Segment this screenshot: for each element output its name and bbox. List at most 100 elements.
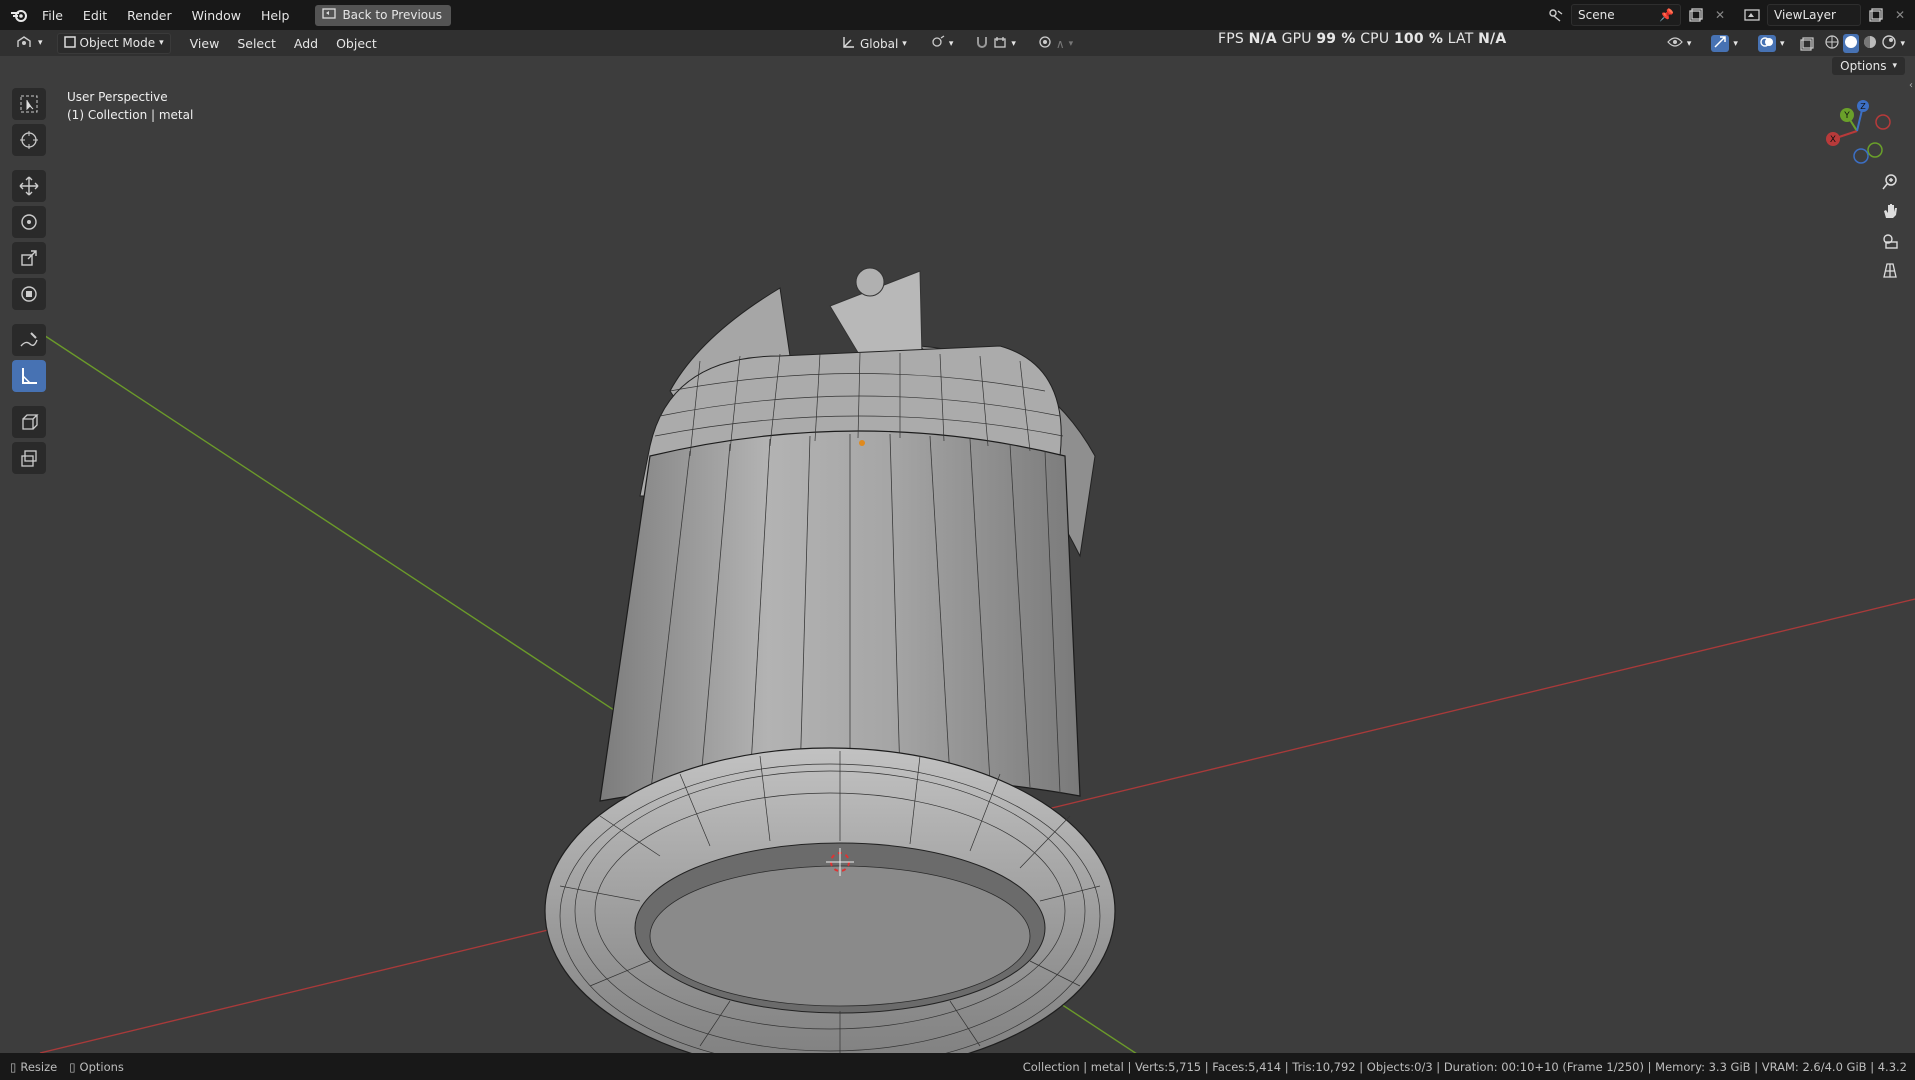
object-origin-dot — [859, 440, 865, 446]
pin-icon[interactable]: 📌 — [1659, 8, 1674, 22]
fps-value: N/A — [1248, 31, 1277, 47]
menu-window[interactable]: Window — [182, 8, 251, 23]
material-shading-icon[interactable] — [1862, 34, 1878, 53]
move-tool[interactable] — [12, 170, 46, 202]
menu-select[interactable]: Select — [228, 36, 285, 51]
editor-type-button[interactable]: ▾ — [10, 33, 49, 54]
camera-view-icon[interactable] — [1877, 228, 1903, 254]
object-mode-dropdown[interactable]: Object Mode ▾ — [56, 32, 171, 54]
overlays-icon — [1757, 35, 1776, 52]
hand-pan-icon[interactable] — [1877, 198, 1903, 224]
new-scene-icon[interactable] — [1687, 6, 1705, 24]
menu-help[interactable]: Help — [251, 8, 300, 23]
solid-shading-icon[interactable] — [1843, 34, 1860, 53]
pivot-icon — [929, 35, 945, 52]
scale-tool[interactable] — [12, 242, 46, 274]
remove-scene-icon[interactable]: ✕ — [1711, 6, 1729, 24]
eye-icon — [1667, 36, 1683, 51]
scene-icon[interactable] — [1547, 6, 1565, 24]
chevron-down-icon: ▾ — [1892, 61, 1897, 71]
zoom-icon[interactable] — [1877, 169, 1903, 195]
wireframe-shading-icon[interactable] — [1824, 34, 1840, 53]
view-layer-icon[interactable] — [1743, 6, 1761, 24]
top-sphere — [855, 267, 885, 297]
rotate-tool[interactable] — [12, 206, 46, 238]
navigation-gizmo[interactable]: Y X Z — [1817, 96, 1897, 166]
menu-view[interactable]: View — [181, 36, 229, 51]
torus-inner-wall — [649, 865, 1031, 1007]
blender-logo-icon[interactable] — [6, 8, 32, 22]
gizmo-icon — [1711, 35, 1730, 52]
proportional-editing-toggle[interactable]: ∧ ▾ — [1032, 33, 1079, 54]
tool-shelf — [10, 88, 48, 474]
orientation-label: Global — [860, 36, 899, 51]
select-box-tool[interactable] — [12, 88, 46, 120]
menu-file[interactable]: File — [32, 8, 73, 23]
add-cube-tool[interactable] — [12, 406, 46, 438]
view-layer-field[interactable]: ViewLayer — [1767, 4, 1861, 26]
chevron-down-icon: ▾ — [1068, 38, 1074, 49]
pivot-point-dropdown[interactable]: ▾ — [923, 33, 960, 54]
new-view-layer-icon[interactable] — [1867, 6, 1885, 24]
screen-icon — [322, 7, 337, 23]
chevron-down-icon: ▾ — [1686, 38, 1692, 49]
menu-add[interactable]: Add — [285, 36, 327, 51]
scene-field[interactable]: Scene 📌 — [1571, 4, 1681, 26]
gizmo-z-label: Z — [1860, 102, 1866, 111]
snap-target-icon — [993, 35, 1007, 52]
object-mode-icon — [63, 35, 76, 51]
back-to-previous-label: Back to Previous — [342, 8, 442, 22]
chevron-down-icon[interactable]: ▾ — [1900, 39, 1905, 49]
cpu-value: 100 % — [1393, 31, 1444, 47]
gpu-value: 99 % — [1316, 31, 1356, 47]
menu-render[interactable]: Render — [117, 8, 182, 23]
menu-object[interactable]: Object — [327, 36, 386, 51]
collapse-sidebar-icon[interactable]: ‹ — [1909, 80, 1913, 91]
options-hint-label: Options — [79, 1059, 124, 1074]
overlays-toggle[interactable]: ▾ — [1752, 33, 1791, 54]
mouse-icon: ▯ — [69, 1059, 76, 1074]
perspective-label: User Perspective — [67, 90, 168, 104]
chevron-down-icon: ▾ — [38, 38, 43, 48]
viewport-header: ▾ Object Mode ▾ View Select Add Object G… — [0, 30, 1915, 56]
options-hint: ▯ Options — [69, 1060, 124, 1074]
annotate-tool[interactable] — [12, 324, 46, 356]
gpu-label: GPU — [1281, 31, 1312, 47]
extrude-tool[interactable] — [12, 442, 46, 474]
bell-body — [599, 430, 1081, 802]
gizmo-toggle[interactable]: ▾ — [1705, 33, 1744, 54]
3d-viewport[interactable]: User Perspective (1) Collection | metal … — [0, 56, 1915, 1053]
cursor-tool[interactable] — [12, 124, 46, 156]
resize-label: Resize — [20, 1059, 58, 1074]
snap-toggle[interactable]: ▾ — [969, 33, 1022, 54]
ortho-grid-icon[interactable] — [1877, 257, 1903, 283]
xray-toggle-icon[interactable] — [1798, 35, 1816, 53]
viewport-scene[interactable] — [0, 56, 1915, 1053]
view-layer-name: ViewLayer — [1774, 8, 1836, 22]
chevron-down-icon: ▾ — [902, 38, 907, 49]
orientation-icon — [842, 35, 856, 52]
viewport-info: User Perspective (1) Collection | metal — [67, 88, 193, 124]
rendered-shading-icon[interactable] — [1881, 34, 1897, 53]
scene-statistics: Collection | metal | Verts:5,715 | Faces… — [1022, 1059, 1907, 1074]
chevron-down-icon: ▾ — [1779, 38, 1785, 49]
menu-edit[interactable]: Edit — [73, 8, 117, 23]
transform-tool[interactable] — [12, 278, 46, 310]
lat-label: LAT — [1447, 31, 1474, 47]
shading-mode-group: ▾ — [1824, 34, 1905, 53]
back-to-previous-button[interactable]: Back to Previous — [315, 4, 451, 26]
status-bar: ▯ Resize ▯ Options Collection | metal | … — [0, 1053, 1915, 1080]
magnet-icon — [975, 35, 989, 52]
transform-orientation-dropdown[interactable]: Global ▾ — [836, 33, 913, 54]
visibility-dropdown[interactable]: ▾ — [1661, 34, 1698, 53]
measure-tool[interactable] — [12, 360, 46, 392]
chevron-down-icon: ▾ — [948, 38, 954, 49]
fps-label: FPS — [1218, 31, 1244, 47]
mouse-icon: ▯ — [10, 1059, 17, 1074]
top-menu-bar: File Edit Render Window Help Back to Pre… — [0, 0, 1915, 31]
gizmo-y-label: Y — [1843, 111, 1850, 121]
viewport-options-button[interactable]: Options ▾ — [1832, 57, 1905, 75]
remove-view-layer-icon[interactable]: ✕ — [1891, 6, 1909, 24]
resize-hint: ▯ Resize — [10, 1060, 57, 1074]
performance-stats: FPS N/A GPU 99 % CPU 100 % LAT N/A — [1218, 31, 1506, 47]
